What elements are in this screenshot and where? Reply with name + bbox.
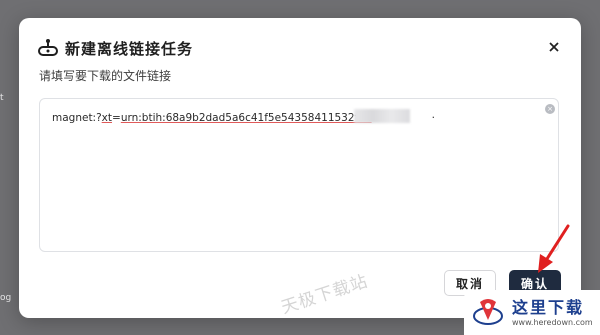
dialog-title: 新建离线链接任务 <box>65 39 194 58</box>
cloud-download-icon <box>37 37 59 59</box>
dialog-header: 新建离线链接任务 <box>37 37 193 59</box>
watermark: 天极下载站 <box>278 271 371 319</box>
clear-input-icon[interactable]: × <box>545 104 555 114</box>
dialog-subtitle: 请填写要下载的文件链接 <box>39 69 172 83</box>
site-logo: 这里下载 www.heredown.com <box>464 290 600 335</box>
close-icon[interactable] <box>547 40 561 54</box>
logo-url: www.heredown.com <box>512 318 593 327</box>
new-offline-link-task-dialog: 新建离线链接任务 请填写要下载的文件链接 magnet:?xt=urn:btih… <box>19 18 581 318</box>
backdrop-text-fragment: t <box>0 93 4 103</box>
logo-emblem-icon <box>473 299 503 325</box>
redacted-link-segment <box>354 109 410 123</box>
logo-text: 这里下载 <box>512 298 585 317</box>
link-input[interactable]: magnet:?xt=urn:btih:68a9b2dad5a6c41f5e54… <box>39 98 559 252</box>
backdrop-text-fragment: og <box>0 293 12 303</box>
